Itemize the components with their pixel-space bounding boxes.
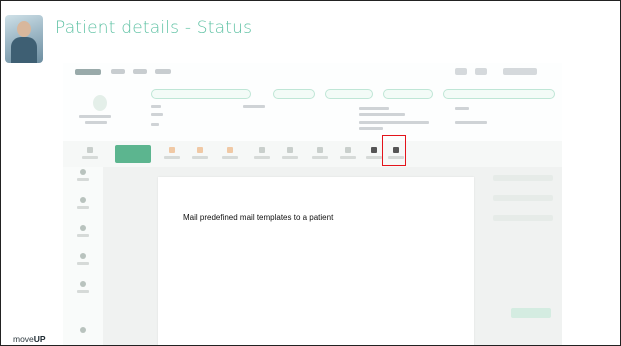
top-right-control[interactable] — [455, 68, 467, 75]
patient-text — [85, 121, 107, 124]
page-title: Patient details - Status — [55, 18, 253, 38]
app-logo — [75, 69, 101, 75]
tool-icon — [259, 147, 265, 153]
status-pill[interactable] — [151, 89, 251, 99]
patient-avatar — [93, 95, 107, 111]
tool-label — [282, 156, 298, 159]
patient-text — [243, 105, 265, 108]
side-nav-item[interactable] — [77, 225, 89, 243]
toolbar-button[interactable] — [191, 147, 209, 161]
content-line — [493, 175, 553, 181]
nav-link[interactable] — [155, 69, 171, 74]
tool-icon — [87, 147, 93, 153]
side-nav — [63, 167, 103, 345]
tool-label — [82, 156, 98, 159]
tool-icon — [371, 147, 377, 153]
status-pill[interactable] — [273, 89, 315, 99]
nav-icon — [80, 281, 86, 287]
slide-frame: Patient details - Status Mail predefined… — [0, 0, 621, 346]
tool-icon — [345, 147, 351, 153]
nav-link[interactable] — [111, 69, 125, 74]
patient-info-bar — [63, 83, 562, 139]
toolbar-button[interactable] — [365, 147, 383, 161]
nav-label — [77, 206, 89, 209]
brand-logo: moveUP — [13, 334, 46, 344]
nav-icon — [80, 327, 86, 333]
tool-label — [222, 156, 238, 159]
tool-icon — [169, 147, 175, 153]
nav-icon — [80, 197, 86, 203]
patient-text — [151, 113, 163, 116]
side-nav-item[interactable] — [77, 281, 89, 299]
app-toolbar — [63, 141, 562, 167]
presenter-avatar-icon — [5, 15, 43, 63]
slide-header: Patient details - Status — [1, 1, 620, 63]
patient-text — [79, 115, 111, 118]
nav-label — [77, 262, 89, 265]
toolbar-button[interactable] — [81, 147, 99, 161]
nav-icon — [80, 253, 86, 259]
tool-icon — [197, 147, 203, 153]
nav-label — [77, 178, 89, 181]
patient-text — [359, 127, 383, 130]
avatar-head — [17, 21, 31, 37]
nav-icon — [80, 169, 86, 175]
tool-label — [192, 156, 208, 159]
side-nav-item[interactable] — [77, 197, 89, 215]
toolbar-button[interactable] — [339, 147, 357, 161]
toolbar-button[interactable] — [311, 147, 329, 161]
status-pill[interactable] — [325, 89, 373, 99]
caption-text: Mail predefined mail templates to a pati… — [183, 213, 334, 222]
caption-box: Mail predefined mail templates to a pati… — [158, 177, 474, 345]
side-nav-item[interactable] — [77, 253, 89, 271]
patient-text — [455, 121, 487, 124]
tool-label — [366, 156, 382, 159]
patient-text — [151, 105, 161, 108]
toolbar-button[interactable] — [281, 147, 299, 161]
tool-icon — [317, 147, 323, 153]
patient-text — [359, 113, 405, 116]
nav-label — [77, 290, 89, 293]
toolbar-button-active[interactable] — [115, 145, 151, 163]
content-button[interactable] — [511, 308, 551, 318]
tool-label — [312, 156, 328, 159]
tool-label — [340, 156, 356, 159]
tool-icon — [287, 147, 293, 153]
mail-tool-highlight — [382, 135, 406, 166]
tool-label — [164, 156, 180, 159]
side-nav-item[interactable] — [77, 327, 89, 345]
nav-icon — [80, 225, 86, 231]
patient-text — [455, 107, 469, 110]
app-top-nav — [63, 63, 562, 83]
tool-icon — [227, 147, 233, 153]
brand-prefix: move — [13, 334, 34, 344]
avatar-body — [11, 37, 37, 63]
status-pill[interactable] — [383, 89, 433, 99]
status-pill[interactable] — [443, 89, 555, 99]
toolbar-button[interactable] — [221, 147, 239, 161]
brand-suffix: UP — [33, 334, 46, 344]
toolbar-button[interactable] — [253, 147, 271, 161]
content-line — [493, 215, 553, 221]
tool-label — [254, 156, 270, 159]
patient-text — [151, 123, 159, 126]
toolbar-button[interactable] — [163, 147, 181, 161]
content-line — [493, 195, 553, 201]
top-right-control[interactable] — [475, 68, 487, 75]
nav-label — [77, 234, 89, 237]
user-menu[interactable] — [503, 68, 537, 75]
patient-text — [359, 121, 429, 124]
side-nav-item[interactable] — [77, 169, 89, 187]
patient-text — [359, 107, 389, 110]
nav-link[interactable] — [133, 69, 147, 74]
